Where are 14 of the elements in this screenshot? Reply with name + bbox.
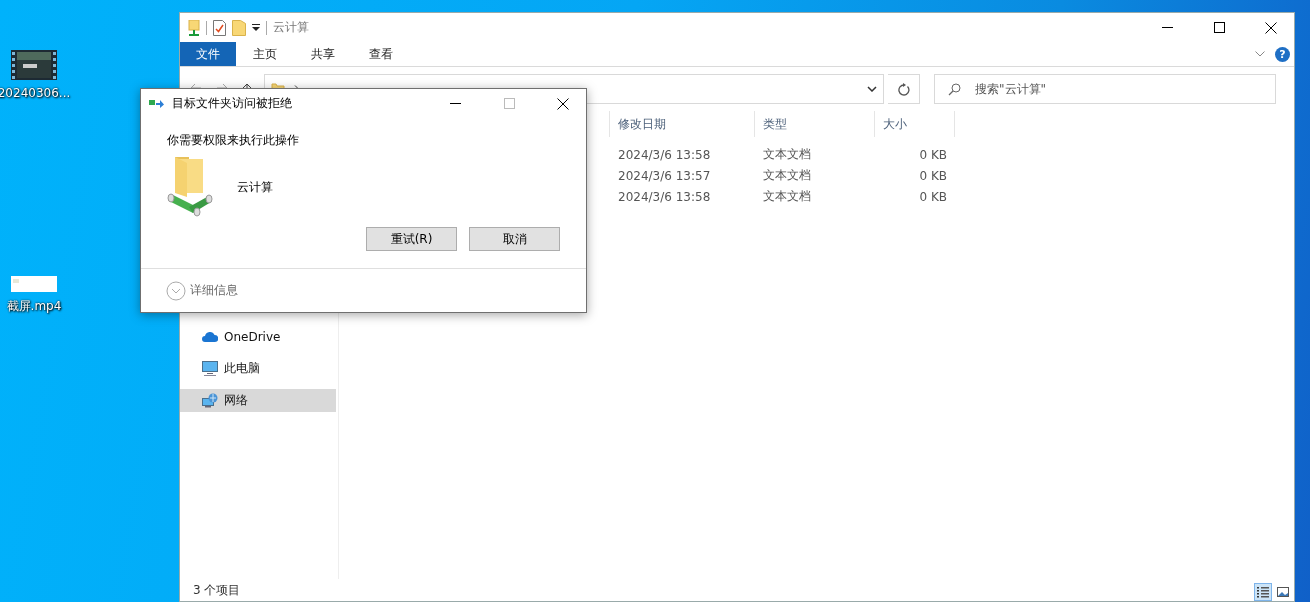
folder-name: 云计算 xyxy=(237,178,273,196)
table-cell-text: 0 KB xyxy=(918,168,948,183)
table-cell-text: 文本文档 xyxy=(762,167,812,184)
table-cell-text: 2024/3/6 13:58 xyxy=(617,189,712,204)
table-cell-text: 文本文档 xyxy=(762,146,812,163)
dialog-title: 目标文件夹访问被拒绝 xyxy=(172,95,292,112)
table-cell-text: 文本文档 xyxy=(762,188,812,205)
table-cell-text: 2024/3/6 13:58 xyxy=(617,147,712,162)
status-text: 3 个项目 xyxy=(193,581,241,599)
table-cell-text: 0 KB xyxy=(918,147,948,162)
dialog-message: 你需要权限来执行此操作 xyxy=(167,132,300,149)
window-title: 云计算 xyxy=(273,19,309,36)
table-cell-text: 2024/3/6 13:57 xyxy=(617,168,712,183)
table-cell-text: 0 KB xyxy=(918,189,948,204)
